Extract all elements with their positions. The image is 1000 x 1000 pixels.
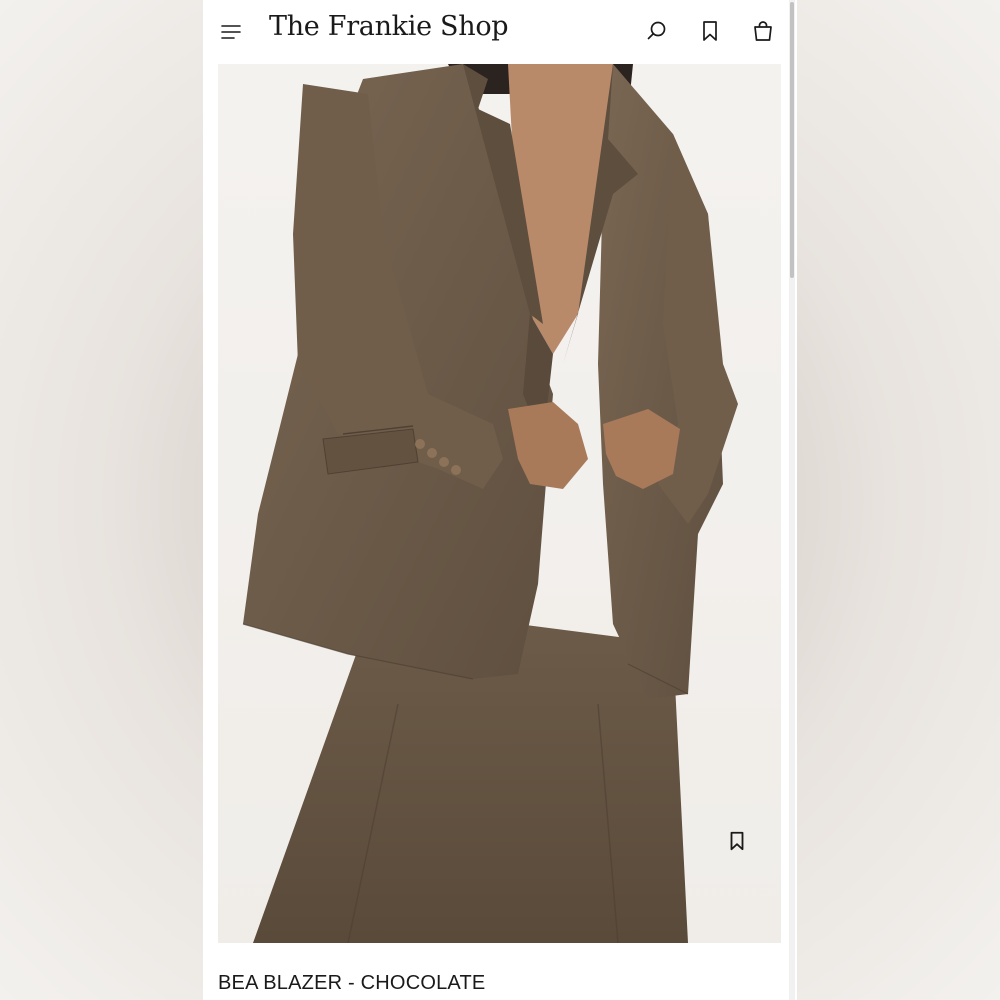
brand-logo[interactable]: The Frankie Shop	[269, 11, 509, 42]
site-header: The Frankie Shop	[203, 0, 797, 64]
scrollbar[interactable]	[789, 0, 795, 1000]
menu-icon[interactable]	[219, 20, 243, 44]
app-screen: The Frankie Shop BEA BLAZER - CHOCOLATE	[203, 0, 797, 1000]
bookmark-icon[interactable]	[698, 19, 722, 43]
product-photo-illustration	[242, 64, 738, 943]
product-title[interactable]: BEA BLAZER - CHOCOLATE	[218, 972, 485, 995]
product-image[interactable]	[218, 64, 781, 943]
scrollbar-thumb[interactable]	[790, 2, 794, 278]
search-icon[interactable]	[645, 19, 669, 43]
bag-icon[interactable]	[751, 19, 775, 43]
wishlist-bookmark-icon[interactable]	[726, 830, 748, 852]
